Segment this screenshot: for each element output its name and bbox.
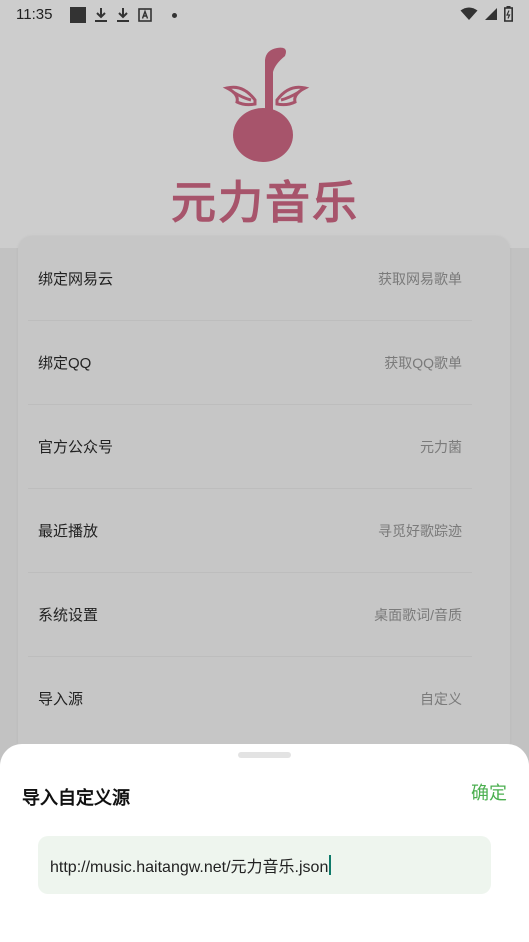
source-url-value: http://music.haitangw.net/元力音乐.json (50, 859, 329, 876)
menu-item-label: 绑定网易云 (38, 271, 114, 288)
system-icons (460, 6, 513, 22)
font-icon (138, 8, 152, 22)
text-caret (329, 855, 332, 875)
confirm-button[interactable]: 确定 (471, 779, 507, 805)
stop-square-icon (70, 7, 86, 23)
menu-item-hint: 自定义 (420, 691, 462, 707)
menu-item-hint: 寻觅好歌踪迹 (378, 523, 462, 539)
menu-item-official-account[interactable]: 官方公众号 元力菌 (28, 404, 472, 489)
signal-icon (485, 8, 497, 20)
menu-item-hint: 获取网易歌单 (378, 271, 462, 287)
battery-icon (504, 6, 513, 22)
logo-text: 元力音乐 (171, 176, 360, 229)
menu-item-hint: 桌面歌词/音质 (374, 607, 462, 623)
status-time: 11:35 (16, 6, 53, 23)
menu-item-label: 最近播放 (38, 523, 99, 540)
sheet-drag-handle[interactable] (238, 752, 291, 758)
menu-item-hint: 元力菌 (420, 439, 462, 455)
status-bar: 11:35 (0, 0, 529, 30)
left-wing (222, 85, 257, 107)
dot-icon (172, 12, 177, 18)
menu-item-label: 导入源 (38, 691, 84, 708)
import-source-sheet: 导入自定义源 确定 http://music.haitangw.net/元力音乐… (0, 744, 529, 942)
right-wing (275, 85, 310, 107)
menu-item-settings[interactable]: 系统设置 桌面歌词/音质 (28, 572, 472, 657)
menu-item-label: 绑定QQ (38, 355, 92, 372)
menu-item-hint: 获取QQ歌单 (384, 355, 462, 371)
download-icon (95, 8, 107, 22)
download-icon (117, 8, 129, 22)
source-url-input[interactable]: http://music.haitangw.net/元力音乐.json (38, 836, 491, 894)
notification-icons (70, 7, 177, 23)
menu-item-import-source[interactable]: 导入源 自定义 (28, 656, 472, 740)
sheet-title: 导入自定义源 (22, 788, 130, 809)
menu-card: 绑定网易云 获取网易歌单 绑定QQ 获取QQ歌单 官方公众号 元力菌 最近播放 … (18, 236, 510, 756)
menu-item-label: 系统设置 (38, 607, 99, 624)
menu-item-label: 官方公众号 (38, 439, 114, 456)
wifi-icon (460, 7, 478, 20)
menu-item-recent-play[interactable]: 最近播放 寻觅好歌踪迹 (28, 488, 472, 573)
menu-item-bind-netease[interactable]: 绑定网易云 获取网易歌单 (28, 236, 472, 321)
menu-item-bind-qq[interactable]: 绑定QQ 获取QQ歌单 (28, 320, 472, 405)
